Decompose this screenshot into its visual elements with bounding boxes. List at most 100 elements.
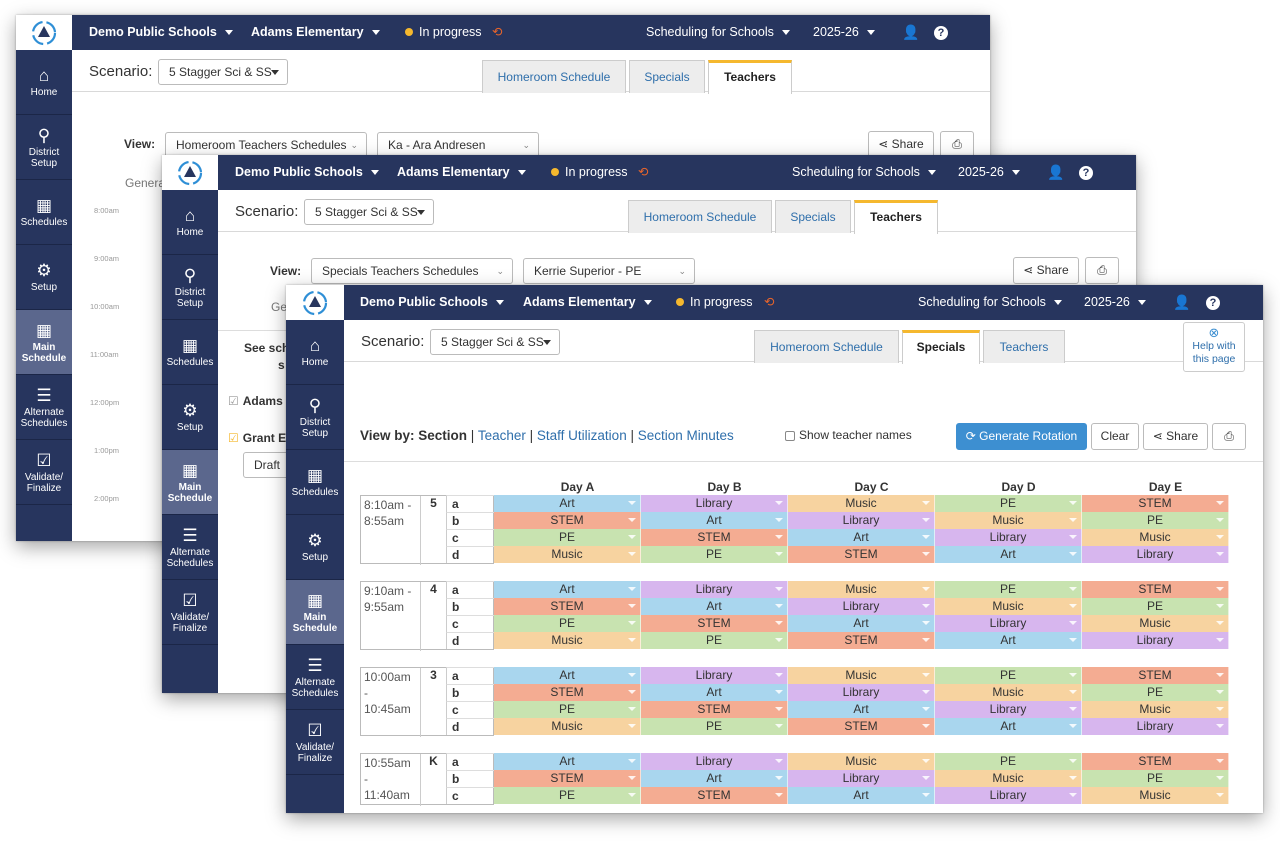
share-button[interactable]: ⋖ Share xyxy=(1013,257,1079,284)
special-cell[interactable]: PE xyxy=(935,495,1082,512)
special-cell[interactable]: STEM xyxy=(641,701,788,718)
scenario-select[interactable]: 5 Stagger Sci & SS xyxy=(304,199,434,225)
special-cell[interactable]: Library xyxy=(935,615,1082,632)
special-cell[interactable]: Art xyxy=(788,701,935,718)
tab-specials[interactable]: Specials xyxy=(775,200,851,233)
special-cell[interactable]: Music xyxy=(494,546,641,563)
special-cell[interactable]: Music xyxy=(1082,615,1229,632)
special-cell[interactable]: PE xyxy=(1082,684,1229,701)
special-cell[interactable]: STEM xyxy=(788,632,935,649)
school-dropdown[interactable]: Adams Elementary xyxy=(251,15,380,50)
special-cell[interactable]: Library xyxy=(935,701,1082,718)
help-icon[interactable]: ? xyxy=(1206,285,1220,320)
special-cell[interactable]: Library xyxy=(788,512,935,529)
special-cell[interactable]: Music xyxy=(935,512,1082,529)
special-cell[interactable]: Library xyxy=(641,667,788,684)
special-cell[interactable]: Library xyxy=(788,684,935,701)
print-button[interactable]: ⎙ xyxy=(940,131,974,158)
special-cell[interactable]: Music xyxy=(935,598,1082,615)
special-cell[interactable]: PE xyxy=(641,632,788,649)
print-button[interactable]: ⎙ xyxy=(1085,257,1119,284)
sidebar-item-home[interactable]: ⌂ Home xyxy=(16,50,72,115)
special-cell[interactable]: PE xyxy=(1082,770,1229,787)
tab-teachers[interactable]: Teachers xyxy=(708,60,792,94)
special-cell[interactable]: Library xyxy=(1082,546,1229,563)
special-cell[interactable]: PE xyxy=(1082,598,1229,615)
sidebar-item-alternate-schedules[interactable]: ☰ Alternate Schedules xyxy=(162,515,218,580)
special-cell[interactable]: Art xyxy=(641,512,788,529)
sidebar-item-home[interactable]: ⌂ Home xyxy=(162,190,218,255)
special-cell[interactable]: Art xyxy=(494,667,641,684)
special-cell[interactable]: PE xyxy=(935,753,1082,770)
special-cell[interactable]: Music xyxy=(1082,787,1229,804)
special-cell[interactable]: PE xyxy=(494,615,641,632)
year-dropdown[interactable]: 2025-26 xyxy=(958,155,1020,190)
special-cell[interactable]: PE xyxy=(1082,512,1229,529)
special-cell[interactable]: Art xyxy=(935,632,1082,649)
teacher-select[interactable]: Kerrie Superior - PE ⌄ xyxy=(523,258,695,284)
special-cell[interactable]: PE xyxy=(935,581,1082,598)
app-logo[interactable] xyxy=(286,285,344,320)
special-cell[interactable]: Art xyxy=(494,581,641,598)
special-cell[interactable]: PE xyxy=(494,529,641,546)
special-cell[interactable]: STEM xyxy=(494,684,641,701)
product-dropdown[interactable]: Scheduling for Schools xyxy=(918,285,1062,320)
special-cell[interactable]: STEM xyxy=(1082,667,1229,684)
adams-checkbox-row[interactable]: ☑ Adams xyxy=(228,394,283,408)
sidebar-item-validate-finalize[interactable]: ☑ Validate/ Finalize xyxy=(16,440,72,505)
sync-link-icon[interactable]: ⟲ xyxy=(764,285,774,320)
special-cell[interactable]: Art xyxy=(641,598,788,615)
special-cell[interactable]: Art xyxy=(935,546,1082,563)
special-cell[interactable]: STEM xyxy=(788,718,935,735)
special-cell[interactable]: Library xyxy=(788,770,935,787)
special-cell[interactable]: STEM xyxy=(1082,495,1229,512)
special-cell[interactable]: Music xyxy=(1082,701,1229,718)
tab-teachers[interactable]: Teachers xyxy=(854,200,938,234)
help-icon[interactable]: ? xyxy=(934,15,948,50)
tab-homeroom-schedule[interactable]: Homeroom Schedule xyxy=(482,60,626,93)
product-dropdown[interactable]: Scheduling for Schools xyxy=(792,155,936,190)
sidebar-item-district-setup[interactable]: ⚲ District Setup xyxy=(162,255,218,320)
special-cell[interactable]: Art xyxy=(641,684,788,701)
special-cell[interactable]: PE xyxy=(494,701,641,718)
sidebar-item-alternate-schedules[interactable]: ☰ Alternate Schedules xyxy=(16,375,72,440)
special-cell[interactable]: Music xyxy=(788,495,935,512)
special-cell[interactable]: STEM xyxy=(1082,753,1229,770)
special-cell[interactable]: STEM xyxy=(641,787,788,804)
special-cell[interactable]: STEM xyxy=(641,529,788,546)
special-cell[interactable]: Music xyxy=(788,753,935,770)
special-cell[interactable]: Art xyxy=(494,495,641,512)
sidebar-item-setup[interactable]: ⚙ Setup xyxy=(162,385,218,450)
special-cell[interactable]: Music xyxy=(494,632,641,649)
sidebar-item-main-schedule[interactable]: ▦ Main Schedule xyxy=(16,310,72,375)
user-icon[interactable]: 👤 xyxy=(902,15,919,50)
special-cell[interactable]: PE xyxy=(494,787,641,804)
year-dropdown[interactable]: 2025-26 xyxy=(813,15,875,50)
tab-homeroom-schedule[interactable]: Homeroom Schedule xyxy=(628,200,772,233)
district-dropdown[interactable]: Demo Public Schools xyxy=(89,15,233,50)
tab-specials[interactable]: Specials xyxy=(629,60,705,93)
special-cell[interactable]: Library xyxy=(788,598,935,615)
year-dropdown[interactable]: 2025-26 xyxy=(1084,285,1146,320)
special-cell[interactable]: Library xyxy=(935,529,1082,546)
special-cell[interactable]: STEM xyxy=(641,615,788,632)
view-select[interactable]: Specials Teachers Schedules ⌄ xyxy=(311,258,513,284)
district-dropdown[interactable]: Demo Public Schools xyxy=(360,285,504,320)
special-cell[interactable]: Art xyxy=(788,787,935,804)
special-cell[interactable]: Music xyxy=(935,684,1082,701)
app-logo[interactable] xyxy=(16,15,72,50)
special-cell[interactable]: Music xyxy=(935,770,1082,787)
sidebar-item-district-setup[interactable]: ⚲ District Setup xyxy=(16,115,72,180)
sync-link-icon[interactable]: ⟲ xyxy=(638,155,648,190)
share-button[interactable]: ⋖ Share xyxy=(868,131,934,158)
school-dropdown[interactable]: Adams Elementary xyxy=(523,285,652,320)
user-icon[interactable]: 👤 xyxy=(1173,285,1190,320)
special-cell[interactable]: STEM xyxy=(1082,581,1229,598)
district-dropdown[interactable]: Demo Public Schools xyxy=(235,155,379,190)
sidebar-item-validate-finalize[interactable]: ☑ Validate/ Finalize xyxy=(162,580,218,645)
special-cell[interactable]: STEM xyxy=(788,546,935,563)
sync-link-icon[interactable]: ⟲ xyxy=(492,15,502,50)
special-cell[interactable]: Library xyxy=(1082,632,1229,649)
special-cell[interactable]: Library xyxy=(641,753,788,770)
special-cell[interactable]: PE xyxy=(935,667,1082,684)
